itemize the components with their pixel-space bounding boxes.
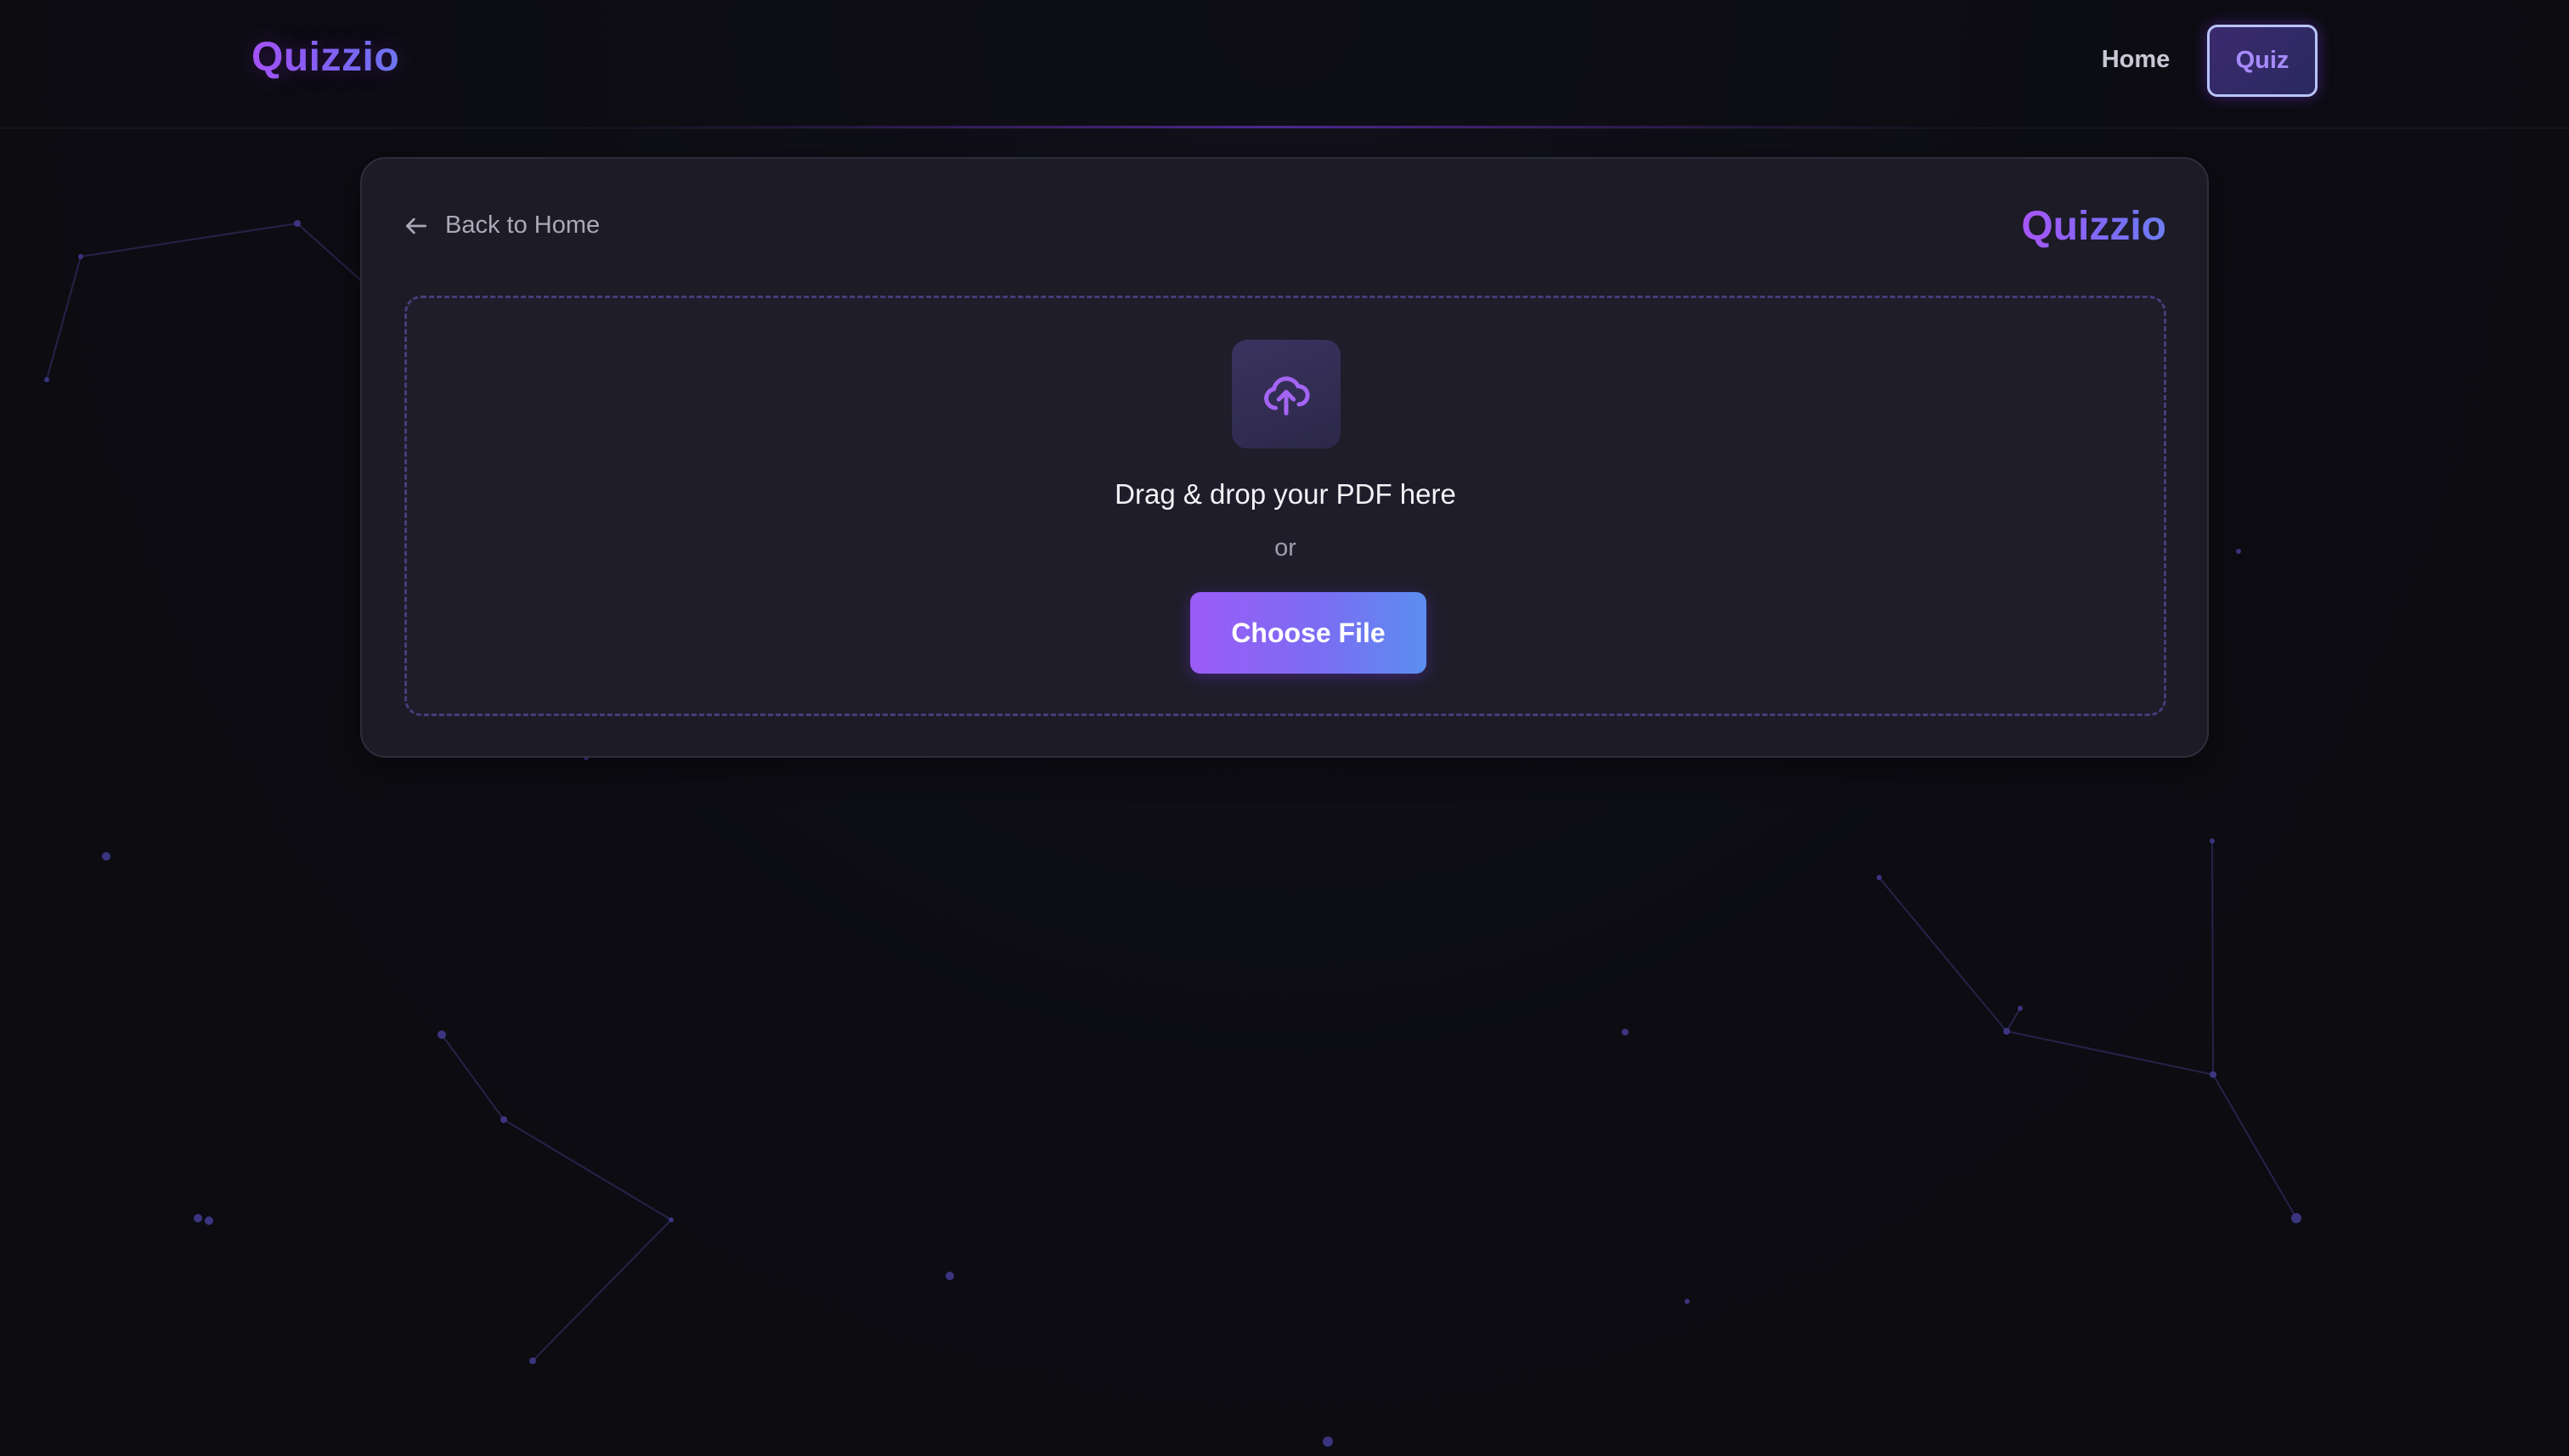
brand-logo[interactable]: Quizzio (251, 34, 399, 81)
dropzone-or-separator: or (1274, 534, 1296, 562)
card-brand-logo: Quizzio (2021, 204, 2166, 249)
cloud-upload-icon (1264, 376, 1310, 415)
arrow-left-icon (406, 217, 426, 234)
nav-link-quiz[interactable]: Quiz (2207, 25, 2318, 97)
nav-link-home[interactable]: Home (2078, 46, 2194, 74)
dropzone-title: Drag & drop your PDF here (1115, 478, 1456, 510)
back-to-home-link[interactable]: Back to Home (403, 212, 600, 240)
choose-file-button[interactable]: Choose File (1190, 592, 1426, 674)
top-navbar: Quizzio Home Quiz (0, 0, 2569, 129)
upload-icon-container (1232, 340, 1341, 449)
back-link-label: Back to Home (445, 212, 601, 239)
page: Quizzio Home Quiz Back to Home Quizzio D… (0, 0, 2569, 1456)
upload-card: Back to Home Quizzio Drag & drop your PD… (360, 157, 2209, 758)
pdf-dropzone[interactable]: Drag & drop your PDF here or Choose File (404, 296, 2166, 716)
navbar-glow-divider (595, 126, 1954, 128)
